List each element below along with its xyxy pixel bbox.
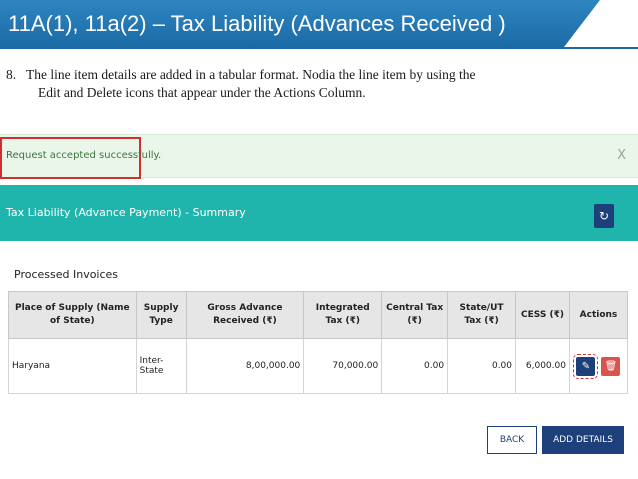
- table-row: Haryana Inter-State 8,00,000.00 70,000.0…: [8, 338, 629, 394]
- column-header-central-tax: Central Tax (₹): [381, 291, 449, 339]
- cell-cess: 6,000.00: [515, 338, 570, 394]
- column-header-place: Place of Supply (Name of State): [8, 291, 137, 339]
- cell-actions: ✎ 🗑: [568, 338, 629, 394]
- edit-icon[interactable]: ✎: [573, 353, 599, 379]
- close-icon[interactable]: X: [617, 148, 626, 163]
- processed-invoices-table: Place of Supply (Name of State) Supply T…: [8, 291, 629, 394]
- column-header-gross-advance: Gross Advance Received (₹): [185, 291, 305, 339]
- step-text-line1: The line item details are added in a tab…: [26, 67, 476, 82]
- cell-integrated-tax: 70,000.00: [303, 338, 383, 394]
- add-details-button[interactable]: ADD DETAILS: [542, 426, 624, 454]
- success-alert: Request accepted successfully. X: [0, 134, 638, 179]
- cell-gross-advance: 8,00,000.00: [185, 338, 305, 394]
- cell-central-tax: 0.00: [381, 338, 449, 394]
- section-title: Processed Invoices: [14, 268, 119, 281]
- cell-state-tax: 0.00: [447, 338, 517, 394]
- column-header-cess: CESS (₹): [515, 291, 570, 339]
- slide-title: 11A(1), 11a(2) – Tax Liability (Advances…: [0, 0, 600, 47]
- table-header-row: Place of Supply (Name of State) Supply T…: [8, 291, 629, 339]
- title-divider: [0, 47, 638, 49]
- cell-place: Haryana: [8, 338, 137, 394]
- back-button[interactable]: BACK: [487, 426, 537, 454]
- panel-title: Tax Liability (Advance Payment) - Summar…: [6, 206, 246, 219]
- alert-message: Request accepted successfully.: [6, 150, 162, 161]
- refresh-icon[interactable]: ↻: [594, 204, 614, 228]
- step-number: 8.: [6, 67, 17, 82]
- portal-screenshot: Request accepted successfully. X Tax Lia…: [0, 134, 638, 479]
- column-header-state-tax: State/UT Tax (₹): [447, 291, 517, 339]
- slide-instructions: 8. The line item details are added in a t…: [6, 66, 632, 102]
- column-header-actions: Actions: [568, 291, 629, 339]
- column-header-integrated-tax: Integrated Tax (₹): [303, 291, 383, 339]
- summary-panel-header: Tax Liability (Advance Payment) - Summar…: [0, 185, 638, 241]
- column-header-supply-type: Supply Type: [135, 291, 187, 339]
- cell-supply-type: Inter-State: [135, 338, 187, 394]
- step-text-line2: Edit and Delete icons that appear under …: [38, 85, 366, 100]
- delete-icon[interactable]: 🗑: [601, 356, 621, 376]
